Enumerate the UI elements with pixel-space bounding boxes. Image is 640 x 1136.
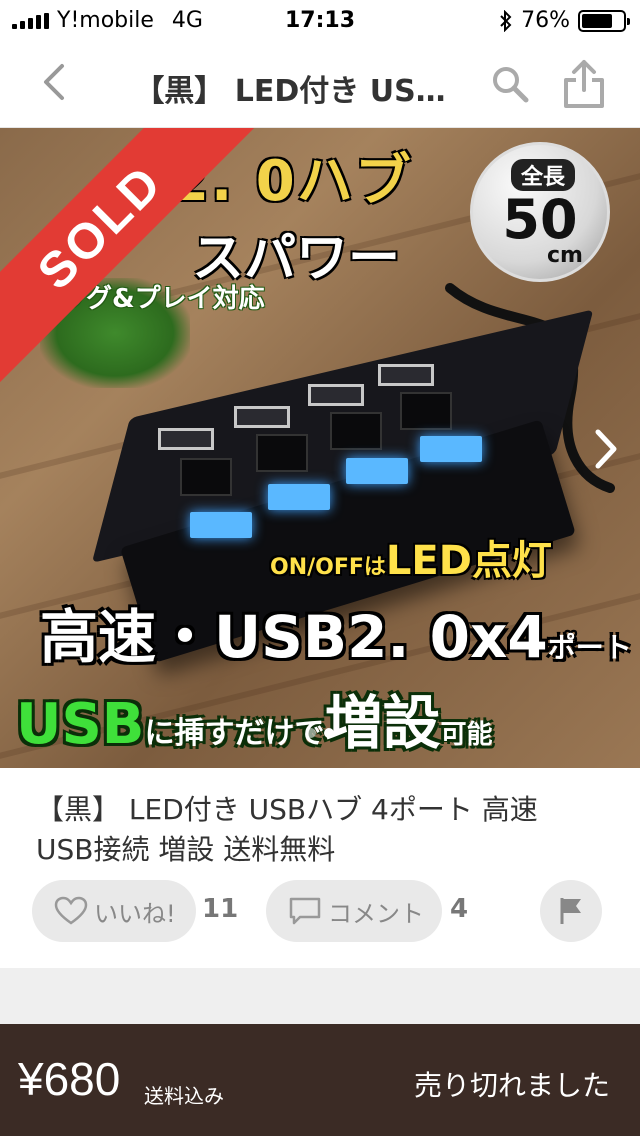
battery-percent: 76% [521,8,570,33]
like-label: いいね! [94,899,176,928]
report-button[interactable] [540,880,602,942]
comment-label: コメント [328,899,424,928]
power-switch [400,392,452,430]
heart-icon [54,896,88,925]
page-title: 【黒】 LED付き US… [134,74,446,109]
carousel-dot[interactable] [324,728,334,738]
purchase-bar: ¥680 送料込み 売り切れました [0,1024,640,1136]
led-indicator [268,484,330,510]
led-caption: ON/OFFはLED点灯 [270,538,552,584]
flag-icon [560,898,581,924]
badge-label: 全長 [511,159,575,191]
search-icon[interactable] [488,62,532,106]
usb-port [234,406,290,428]
item-info: 【黒】 LED付き USBハブ 4ポート 高速 USB接続 増設 送料無料 いい… [0,768,640,968]
power-switch [256,434,308,472]
carousel-dot[interactable] [306,728,316,738]
shipping-note: 送料込み [144,1084,224,1108]
led-indicator [190,512,252,538]
section-divider [0,968,640,1024]
carousel-dots [0,728,640,738]
status-bar: Y!mobile 4G 17:13 76% [0,0,640,40]
chevron-right-icon[interactable] [586,424,626,474]
sold-out-status: 売り切れました [413,1069,610,1102]
speed-caption: 高速・USB2. 0x4ポート [40,603,632,671]
power-switch [330,412,382,450]
item-name: 【黒】 LED付き USBハブ 4ポート 高速 USB接続 増設 送料無料 [36,793,538,866]
led-indicator [346,458,408,484]
usb-port [308,384,364,406]
nav-bar: 【黒】 LED付き US… [0,40,640,128]
badge-value: 50 [502,188,578,251]
expansion-caption: USBに挿すだけで増設可能 [16,689,493,757]
length-badge: 全長 50 cm [470,142,610,282]
comment-icon [289,897,321,925]
usb-port [378,364,434,386]
bluetooth-icon [500,9,512,32]
like-button[interactable]: いいね! [32,880,196,942]
share-icon[interactable] [560,58,608,110]
like-count: 11 [202,894,239,924]
led-indicator [420,436,482,462]
usb-port [158,428,214,450]
comment-count: 4 [450,894,469,924]
comment-button[interactable]: コメント [266,880,442,942]
power-switch [180,458,232,496]
product-image-carousel[interactable]: 2. 0ハブ スパワー ラグ&プレイ対応 全長 50 cm ON/OFFはLED… [0,128,640,768]
item-price: ¥680 [18,1053,121,1105]
chevron-left-icon[interactable] [34,60,78,104]
battery-icon [578,9,630,32]
